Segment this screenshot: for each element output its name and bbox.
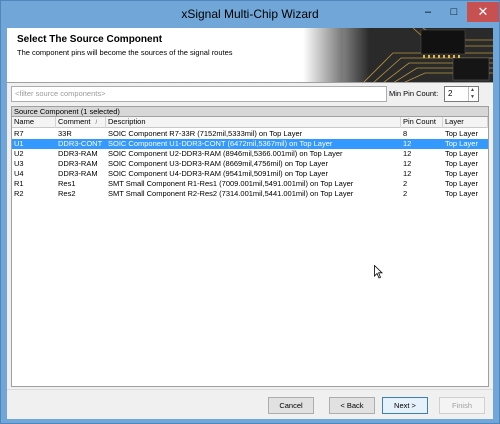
cell-name: R7 (14, 129, 24, 138)
cell-pin-count: 12 (403, 139, 412, 148)
cell-name: U2 (14, 149, 24, 158)
cell-pin-count: 12 (403, 169, 412, 178)
wizard-footer: Cancel < Back Next > Finish (7, 389, 493, 419)
cell-layer: Top Layer (445, 139, 478, 148)
cell-name: U1 (14, 139, 24, 148)
cell-comment: DDR3-RAM (58, 149, 98, 158)
chip-board-image (303, 28, 493, 82)
spin-buttons[interactable]: ▲ ▼ (468, 87, 478, 101)
table-row[interactable]: U2 DDR3-RAM SOIC Component U2-DDR3-RAM (89… (12, 149, 488, 159)
table-header: Name Comment / Description Pin Count Laye… (12, 117, 488, 128)
cell-pin-count: 2 (403, 179, 408, 188)
spin-down-icon[interactable]: ▼ (470, 94, 475, 100)
cell-layer: Top Layer (445, 169, 478, 178)
cell-layer: Top Layer (445, 149, 478, 158)
cell-name: R2 (14, 189, 24, 198)
column-header-pin-count[interactable]: Pin Count (401, 117, 443, 128)
cell-comment: DDR3-CONT (58, 139, 103, 148)
wizard-window: xSignal Multi-Chip Wizard – □ ✕ Select T… (0, 0, 500, 424)
cell-description: SOIC Component U2-DDR3-RAM (8946mil,5366… (108, 149, 343, 158)
table-row[interactable]: R2 Res2 SMT Small Component R2-Res2 (7314.… (12, 189, 488, 199)
table-row[interactable]: R1 Res1 SMT Small Component R1-Res1 (7009.… (12, 179, 488, 189)
cell-description: SOIC Component U3-DDR3-RAM (8669mil,4756… (108, 159, 328, 168)
column-header-layer[interactable]: Layer (443, 117, 488, 128)
cancel-button[interactable]: Cancel (268, 397, 314, 414)
cell-comment: 33R (58, 129, 72, 138)
cell-layer: Top Layer (445, 189, 478, 198)
source-component-group-header: Source Component (1 selected) (11, 106, 489, 117)
table-row[interactable]: U3 DDR3-RAM SOIC Component U3-DDR3-RAM (86… (12, 159, 488, 169)
min-pin-count-label: Min Pin Count: (389, 89, 439, 98)
min-pin-count-stepper[interactable]: 2 ▲ ▼ (444, 86, 479, 102)
cell-name: U3 (14, 159, 24, 168)
cell-layer: Top Layer (445, 179, 478, 188)
column-header-description[interactable]: Description (106, 117, 401, 128)
cell-layer: Top Layer (445, 129, 478, 138)
sort-ascending-icon: / (95, 120, 98, 126)
close-button[interactable]: ✕ (467, 2, 499, 22)
next-button[interactable]: Next > (382, 397, 428, 414)
wizard-header: Select The Source Component The componen… (7, 28, 493, 83)
filter-input[interactable]: <filter source components> (11, 86, 387, 102)
maximize-button[interactable]: □ (441, 2, 467, 22)
column-header-name[interactable]: Name (12, 117, 56, 128)
table-row[interactable]: U4 DDR3-RAM SOIC Component U4-DDR3-RAM (95… (12, 169, 488, 179)
cell-pin-count: 2 (403, 189, 408, 198)
page-title: Select The Source Component (17, 34, 163, 45)
cell-name: U4 (14, 169, 24, 178)
cell-comment: Res1 (58, 179, 76, 188)
cell-description: SOIC Component U4-DDR3-RAM (9541mil,5091… (108, 169, 328, 178)
cell-name: R1 (14, 179, 24, 188)
source-component-table[interactable]: Name Comment / Description Pin Count Laye… (11, 117, 489, 387)
cell-description: SOIC Component R7-33R (7152mil,5333mil) … (108, 129, 303, 138)
min-pin-count-value: 2 (448, 89, 453, 98)
cell-comment: Res2 (58, 189, 76, 198)
column-header-comment[interactable]: Comment / (56, 117, 106, 128)
cell-pin-count: 12 (403, 159, 412, 168)
cell-pin-count: 8 (403, 129, 408, 138)
cell-comment: DDR3-RAM (58, 169, 98, 178)
cell-comment: DDR3-RAM (58, 159, 98, 168)
cell-description: SMT Small Component R1-Res1 (7009.001mil… (108, 179, 354, 188)
page-subtitle: The component pins will become the sourc… (17, 48, 233, 57)
spin-up-icon[interactable]: ▲ (470, 87, 475, 93)
cell-pin-count: 12 (403, 149, 412, 158)
back-button[interactable]: < Back (329, 397, 375, 414)
mouse-cursor-icon (374, 265, 383, 279)
table-row[interactable]: R7 33R SOIC Component R7-33R (7152mil,5333… (12, 129, 488, 139)
finish-button[interactable]: Finish (439, 397, 485, 414)
cell-description: SOIC Component U1-DDR3-CONT (6472mil,536… (108, 139, 333, 148)
title-bar[interactable]: xSignal Multi-Chip Wizard – □ ✕ (1, 1, 499, 28)
wizard-content: <filter source components> Min Pin Count… (7, 84, 493, 388)
cell-layer: Top Layer (445, 159, 478, 168)
wizard-client: Select The Source Component The componen… (7, 28, 493, 419)
cell-description: SMT Small Component R2-Res2 (7314.001mil… (108, 189, 354, 198)
minimize-button[interactable]: – (415, 2, 441, 22)
table-row[interactable]: U1 DDR3-CONT SOIC Component U1-DDR3-CONT (… (12, 139, 488, 149)
